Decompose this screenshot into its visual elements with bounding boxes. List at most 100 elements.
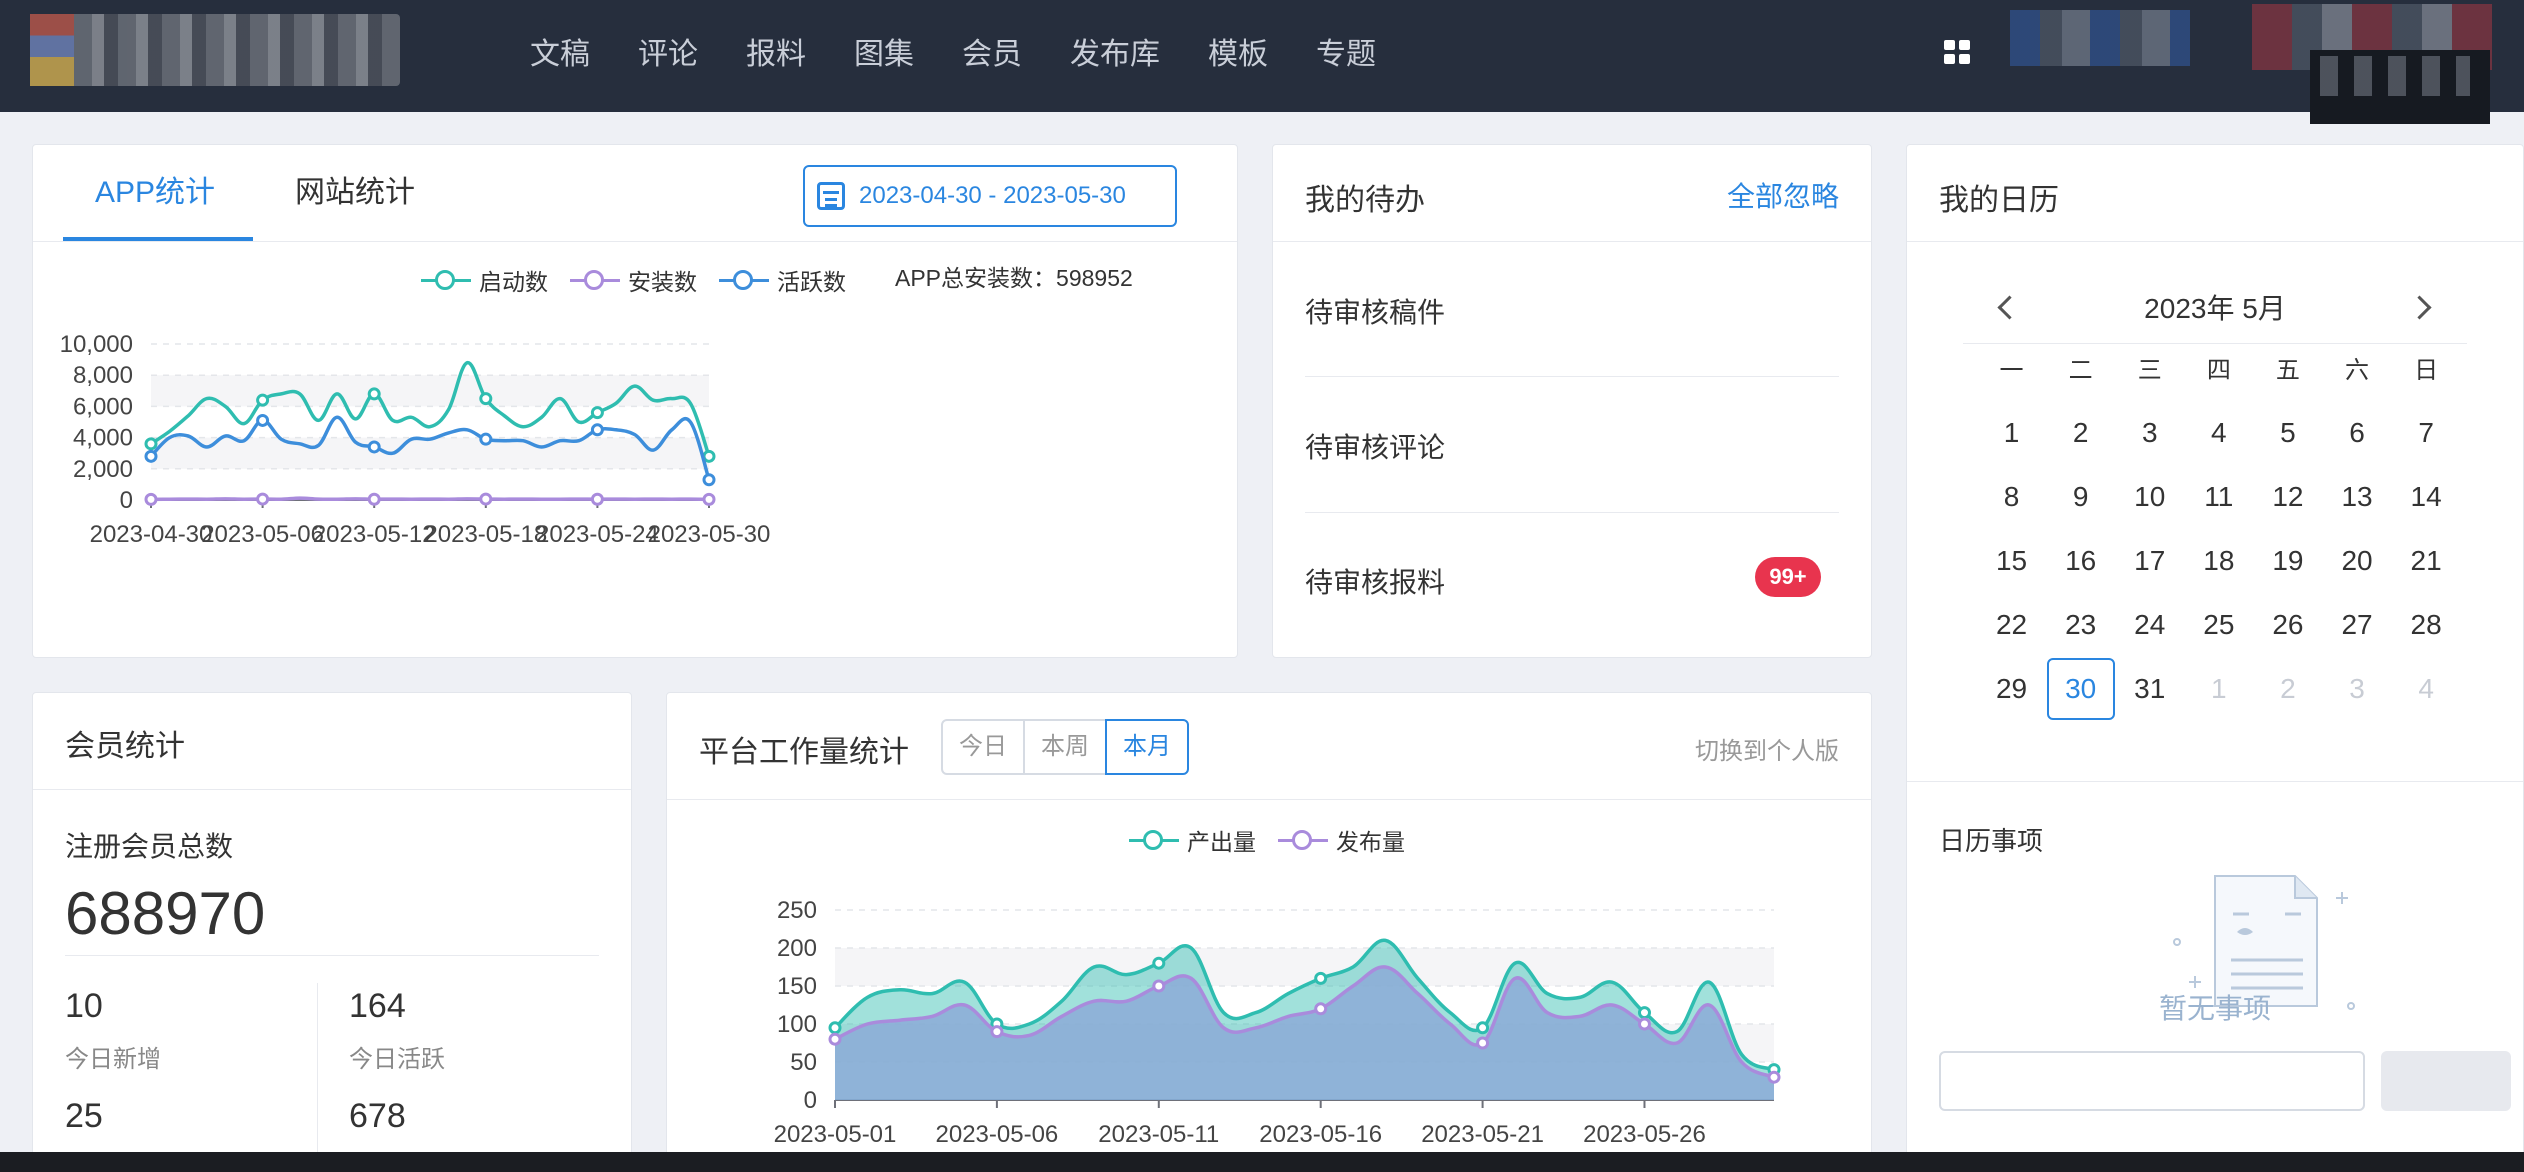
calendar-weekday: 四 xyxy=(2206,357,2231,384)
chart-data-point xyxy=(1152,956,1166,970)
legend-output[interactable]: 产出量 xyxy=(1129,823,1256,857)
nav-item-templates[interactable]: 模板 xyxy=(1208,29,1268,73)
calendar-grid: 一二三四五六日 1 2 3 4 5 6 7 8 9 10 11 12 13 14 15 16 17 18 19 20 21… xyxy=(1977,341,2461,721)
tab-app-stats[interactable]: APP统计 xyxy=(95,145,215,241)
calendar-day[interactable]: 29 xyxy=(1977,657,2046,721)
calendar-day[interactable]: 13 xyxy=(2322,465,2391,529)
calendar-weekday: 日 xyxy=(2414,357,2439,384)
calendar-day[interactable]: 11 xyxy=(2184,465,2253,529)
calendar-day-number: 10 xyxy=(2134,481,2166,512)
calendar-day-number: 4 xyxy=(2418,673,2434,704)
nav-item-publish-library[interactable]: 发布库 xyxy=(1070,29,1160,73)
calendar-day[interactable]: 24 xyxy=(2115,593,2184,657)
chart-y-tick-label: 200 xyxy=(777,935,817,962)
nav-item-members[interactable]: 会员 xyxy=(962,29,1022,73)
calendar-day[interactable]: 23 xyxy=(2046,593,2115,657)
legend-published[interactable]: 发布量 xyxy=(1278,823,1405,857)
chart-data-point xyxy=(1314,971,1328,985)
user-dropdown[interactable] xyxy=(2310,50,2490,124)
calendar-day[interactable]: 2 xyxy=(2253,657,2322,721)
next-month-chevron-icon[interactable] xyxy=(2403,287,2443,327)
calendar-day[interactable]: 8 xyxy=(1977,465,2046,529)
brand-logo[interactable] xyxy=(30,14,400,86)
calendar-day[interactable]: 12 xyxy=(2253,465,2322,529)
app-line-chart: 02,0004,0006,0008,00010,0002023-04-30202… xyxy=(60,331,771,548)
chart-data-point xyxy=(1314,1002,1328,1016)
reports-count-badge: 99+ xyxy=(1755,557,1821,597)
calendar-day[interactable]: 17 xyxy=(2115,529,2184,593)
calendar-day-number: 27 xyxy=(2341,609,2373,640)
date-range-picker[interactable]: 2023-04-30 - 2023-05-30 xyxy=(803,165,1177,227)
calendar-day[interactable]: 16 xyxy=(2046,529,2115,593)
calendar-day[interactable]: 3 xyxy=(2115,401,2184,465)
switch-personal-link[interactable]: 切换到个人版 xyxy=(1695,731,1839,766)
calendar-day-today[interactable]: 30 xyxy=(2046,657,2115,721)
nav-item-reports[interactable]: 报料 xyxy=(746,29,806,73)
calendar-day[interactable]: 10 xyxy=(2115,465,2184,529)
calendar-day-number: 3 xyxy=(2141,417,2158,448)
calendar-day[interactable]: 28 xyxy=(2392,593,2461,657)
calendar-day[interactable]: 4 xyxy=(2184,401,2253,465)
calendar-day-number: 5 xyxy=(2280,417,2296,448)
calendar-day[interactable]: 3 xyxy=(2322,657,2391,721)
event-input[interactable] xyxy=(1939,1051,2365,1111)
todo-divider xyxy=(1305,376,1839,377)
calendar-day[interactable]: 1 xyxy=(1977,401,2046,465)
range-today-button[interactable]: 今日 xyxy=(941,719,1025,775)
range-week-button[interactable]: 本周 xyxy=(1023,719,1107,775)
calendar-day[interactable]: 6 xyxy=(2322,401,2391,465)
calendar-day-number: 26 xyxy=(2272,609,2304,640)
calendar-day[interactable]: 22 xyxy=(1977,593,2046,657)
calendar-day-number: 18 xyxy=(2203,545,2235,576)
site-switcher[interactable] xyxy=(2010,10,2190,66)
todo-card: 我的待办 全部忽略 待审核稿件 待审核评论 待审核报料 99+ xyxy=(1272,144,1872,658)
calendar-weekday: 二 xyxy=(2068,357,2093,384)
calendar-day-number: 4 xyxy=(2211,417,2227,448)
chart-x-tick-label: 2023-04-30 xyxy=(90,521,213,548)
calendar-day[interactable]: 7 xyxy=(2392,401,2461,465)
nav-item-comments[interactable]: 评论 xyxy=(638,29,698,73)
prev-month-chevron-icon[interactable] xyxy=(1987,287,2027,327)
chart-data-point xyxy=(256,393,270,407)
calendar-day[interactable]: 15 xyxy=(1977,529,2046,593)
tab-website-stats[interactable]: 网站统计 xyxy=(295,145,415,241)
calendar-events: 日历事项 暂无事项 xyxy=(1907,781,2523,1172)
todo-title: 我的待办 xyxy=(1305,184,1425,217)
legend-circle-icon xyxy=(1278,828,1328,852)
calendar-day[interactable]: 21 xyxy=(2392,529,2461,593)
member-stats-card: 会员统计 注册会员总数 688970 10 今日新增 164 今日活跃 25 6… xyxy=(32,692,632,1172)
today-active-value: 164 xyxy=(349,987,406,1025)
calendar-day[interactable]: 1 xyxy=(2184,657,2253,721)
chart-y-tick-label: 0 xyxy=(120,487,133,514)
calendar-day[interactable]: 9 xyxy=(2046,465,2115,529)
calendar-day-number: 1 xyxy=(2003,417,2020,448)
date-range-value: 2023-04-30 - 2023-05-30 xyxy=(859,182,1126,209)
total-members-value: 688970 xyxy=(65,880,266,947)
nav-item-topics[interactable]: 专题 xyxy=(1316,29,1376,73)
range-month-button[interactable]: 本月 xyxy=(1105,719,1189,775)
calendar-day[interactable]: 14 xyxy=(2392,465,2461,529)
todo-item-manuscripts[interactable]: 待审核稿件 xyxy=(1305,291,1839,331)
calendar-day[interactable]: 31 xyxy=(2115,657,2184,721)
chart-y-tick-label: 8,000 xyxy=(73,362,133,389)
calendar-day[interactable]: 20 xyxy=(2322,529,2391,593)
total-members-label: 注册会员总数 xyxy=(65,831,234,862)
nav-item-galleries[interactable]: 图集 xyxy=(854,29,914,73)
nav-item-manuscripts[interactable]: 文稿 xyxy=(530,29,590,73)
add-event-button[interactable] xyxy=(2381,1051,2511,1111)
calendar-weekday: 一 xyxy=(1999,357,2024,384)
chart-data-point xyxy=(1476,1021,1490,1035)
ignore-all-link[interactable]: 全部忽略 xyxy=(1727,175,1839,215)
calendar-day[interactable]: 19 xyxy=(2253,529,2322,593)
calendar-day[interactable]: 18 xyxy=(2184,529,2253,593)
calendar-day[interactable]: 27 xyxy=(2322,593,2391,657)
calendar-day[interactable]: 26 xyxy=(2253,593,2322,657)
chart-data-point xyxy=(702,449,716,463)
calendar-day[interactable]: 5 xyxy=(2253,401,2322,465)
calendar-day[interactable]: 25 xyxy=(2184,593,2253,657)
chart-x-tick-label: 2023-05-06 xyxy=(201,521,324,548)
apps-grid-icon[interactable] xyxy=(1944,40,1970,64)
todo-item-comments[interactable]: 待审核评论 xyxy=(1305,426,1839,466)
calendar-day[interactable]: 4 xyxy=(2392,657,2461,721)
calendar-day[interactable]: 2 xyxy=(2046,401,2115,465)
